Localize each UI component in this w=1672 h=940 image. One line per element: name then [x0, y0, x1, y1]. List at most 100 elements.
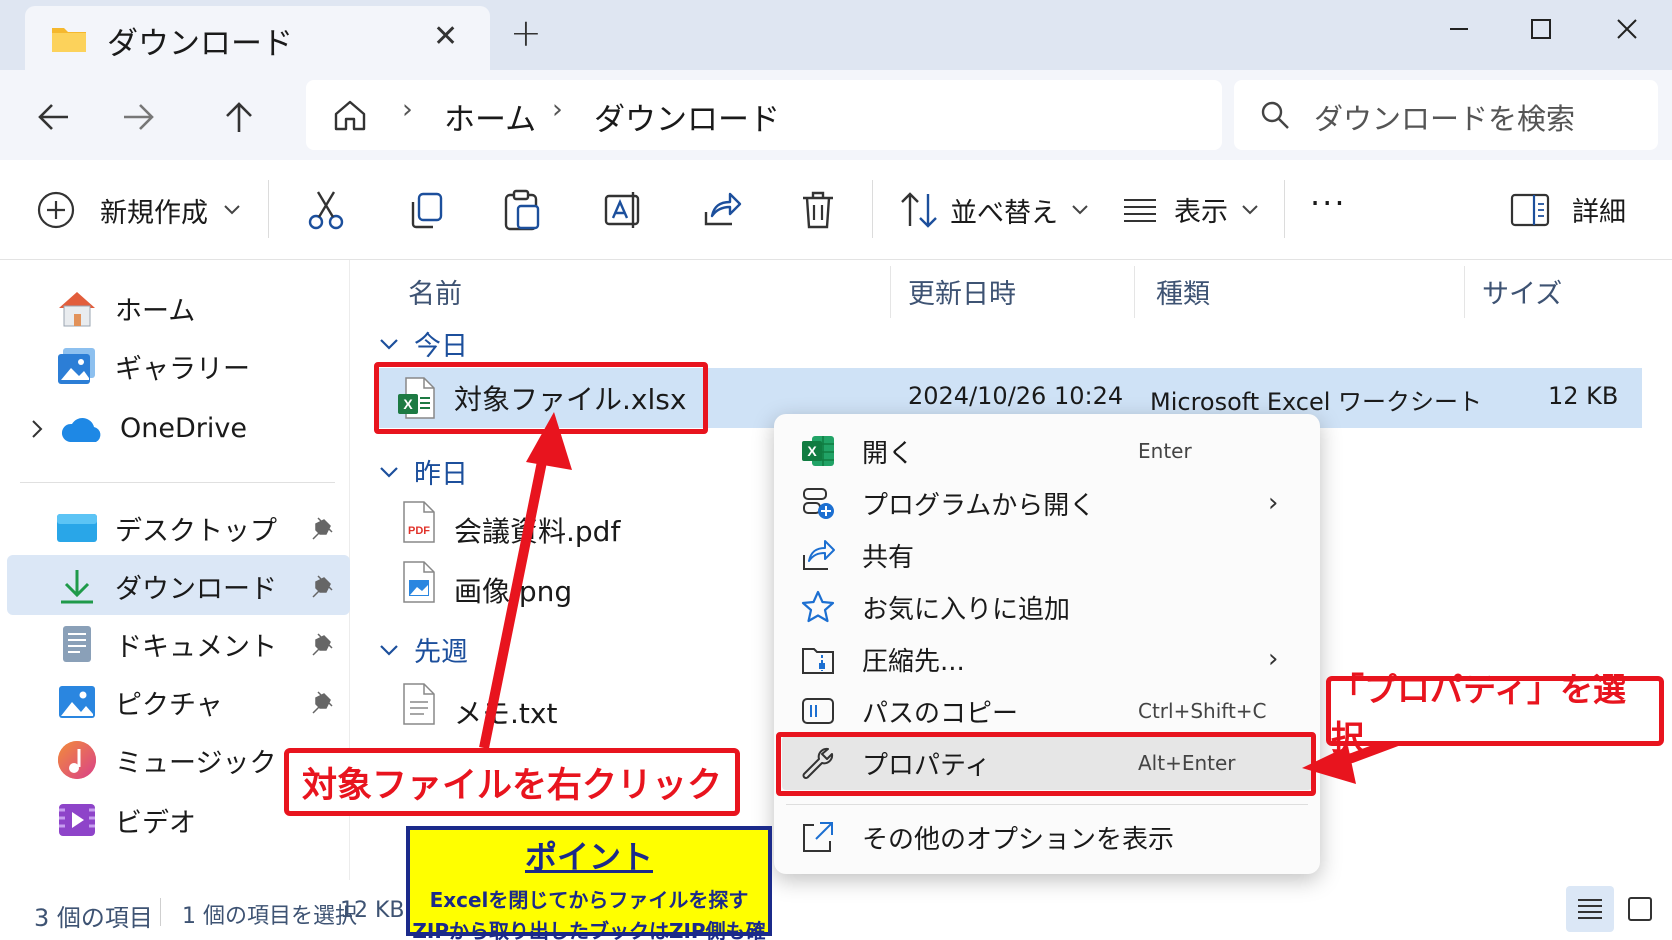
tiles-view-button[interactable]: [1616, 886, 1664, 932]
details-view-button[interactable]: [1566, 886, 1614, 932]
share-icon: [704, 192, 742, 226]
search-icon: [1260, 100, 1290, 130]
copy-icon: [411, 192, 443, 229]
address-bar[interactable]: › ホーム › ダウンロード: [306, 80, 1222, 150]
new-button[interactable]: 新規作成: [36, 190, 242, 230]
sidebar-item-label: ミュージック: [115, 747, 277, 779]
svg-text:X: X: [807, 443, 817, 459]
view-button[interactable]: 表示: [1122, 190, 1260, 229]
menu-item-label: その他のオプションを表示: [862, 824, 1175, 855]
pin-icon[interactable]: [310, 690, 336, 716]
excel-icon: X: [798, 431, 838, 471]
chevron-down-icon: [380, 466, 398, 478]
file-name[interactable]: メモ.txt: [454, 692, 557, 732]
highlight-box-target-file: [374, 362, 708, 434]
tab-close-button[interactable]: ✕: [433, 22, 458, 52]
breadcrumb-separator: ›: [552, 94, 563, 125]
group-header-today[interactable]: 今日: [378, 324, 468, 363]
delete-button[interactable]: [796, 188, 840, 232]
breadcrumb-home[interactable]: ホーム: [444, 94, 536, 139]
menu-item-more-options[interactable]: その他のオプションを表示: [798, 812, 1298, 862]
menu-item-label: 共有: [862, 542, 915, 573]
copy-path-icon: [798, 691, 838, 731]
sidebar-item-onedrive[interactable]: OneDrive: [55, 400, 247, 456]
sidebar-item-downloads[interactable]: ダウンロード: [55, 558, 277, 614]
sidebar-item-music[interactable]: ミュージック: [55, 732, 276, 788]
sidebar-item-documents[interactable]: ドキュメント: [55, 616, 277, 672]
status-divider: [160, 898, 161, 926]
back-button[interactable]: [28, 92, 78, 142]
pin-icon[interactable]: [310, 516, 336, 542]
desktop-icon: [57, 514, 97, 542]
more-options-button[interactable]: ···: [1310, 184, 1347, 222]
details-pane-button[interactable]: 詳細: [1510, 190, 1626, 229]
cut-button[interactable]: [304, 188, 348, 232]
sidebar-item-pictures[interactable]: ピクチャ: [55, 674, 223, 730]
menu-item-compress[interactable]: 圧縮先... ›: [798, 634, 1298, 684]
sidebar-item-home[interactable]: ホーム: [55, 280, 195, 336]
pin-icon[interactable]: [310, 632, 336, 658]
minimize-button[interactable]: [1424, 6, 1494, 52]
sidebar-item-desktop[interactable]: デスクトップ: [55, 500, 277, 556]
sidebar-divider: [20, 482, 335, 483]
menu-item-open[interactable]: X 開く Enter: [798, 426, 1298, 476]
video-icon: [59, 804, 95, 836]
search-input[interactable]: ダウンロードを検索: [1314, 96, 1575, 138]
file-name[interactable]: 会議資料.pdf: [454, 510, 620, 550]
menu-item-label: お気に入りに追加: [862, 594, 1071, 625]
chevron-down-icon: [224, 205, 240, 215]
column-header-name[interactable]: 名前: [408, 272, 462, 311]
breadcrumb-downloads[interactable]: ダウンロード: [594, 94, 780, 139]
chevron-down-icon: [380, 338, 398, 350]
share-icon: [798, 535, 838, 575]
close-icon: [1617, 19, 1637, 39]
new-tab-button[interactable]: +: [510, 14, 542, 52]
close-window-button[interactable]: [1592, 6, 1662, 52]
sidebar-item-videos[interactable]: ビデオ: [55, 792, 196, 848]
onedrive-icon: [61, 418, 101, 442]
highlight-box-properties: [776, 732, 1316, 796]
list-view-icon: [1578, 899, 1602, 919]
group-header-last-week[interactable]: 先週: [378, 630, 468, 669]
chevron-right-icon[interactable]: [30, 418, 44, 440]
sidebar-item-gallery[interactable]: ギャラリー: [55, 338, 250, 394]
toolbar-divider: [268, 180, 269, 238]
menu-item-share[interactable]: 共有: [798, 530, 1298, 580]
pin-icon[interactable]: [310, 574, 336, 600]
group-label: 先週: [414, 637, 468, 668]
menu-item-label: パスのコピー: [862, 698, 1019, 729]
group-header-yesterday[interactable]: 昨日: [378, 452, 468, 491]
text-file-icon: [403, 683, 435, 725]
copy-button[interactable]: [404, 188, 448, 232]
view-button-label: 表示: [1174, 197, 1228, 228]
download-icon: [61, 570, 93, 604]
file-name[interactable]: 画像.png: [454, 570, 572, 610]
sidebar-item-label: ダウンロード: [115, 573, 277, 605]
maximize-button[interactable]: [1506, 6, 1576, 52]
gallery-icon: [58, 348, 95, 384]
breadcrumb-separator: ›: [402, 94, 413, 125]
details-pane-label: 詳細: [1572, 197, 1626, 228]
rename-icon: [604, 192, 640, 228]
menu-item-open-with[interactable]: プログラムから開く ›: [798, 478, 1298, 528]
sort-button[interactable]: 並べ替え: [898, 190, 1090, 230]
share-button[interactable]: [700, 188, 744, 232]
menu-item-copy-path[interactable]: パスのコピー Ctrl+Shift+C: [798, 686, 1298, 736]
column-header-size[interactable]: サイズ: [1482, 272, 1562, 311]
paste-button[interactable]: [500, 188, 544, 232]
point-line-1: Excelを閉じてからファイルを探す: [429, 888, 749, 912]
menu-item-add-favorite[interactable]: お気に入りに追加: [798, 582, 1298, 632]
point-title: ポイント: [524, 838, 653, 876]
callout-right-click: 対象ファイルを右クリック: [284, 748, 740, 816]
rename-button[interactable]: [602, 188, 646, 232]
column-header-modified[interactable]: 更新日時: [908, 272, 1016, 311]
up-button[interactable]: [214, 92, 264, 142]
image-file-icon: [403, 561, 435, 603]
column-header-type[interactable]: 種類: [1156, 272, 1210, 311]
sidebar-item-label: デスクトップ: [115, 515, 277, 547]
forward-button[interactable]: [114, 92, 164, 142]
tab-downloads[interactable]: ダウンロード ✕: [25, 6, 490, 74]
sidebar-item-label: ギャラリー: [115, 353, 250, 385]
home-icon[interactable]: [332, 98, 368, 132]
search-box[interactable]: ダウンロードを検索: [1234, 80, 1658, 150]
